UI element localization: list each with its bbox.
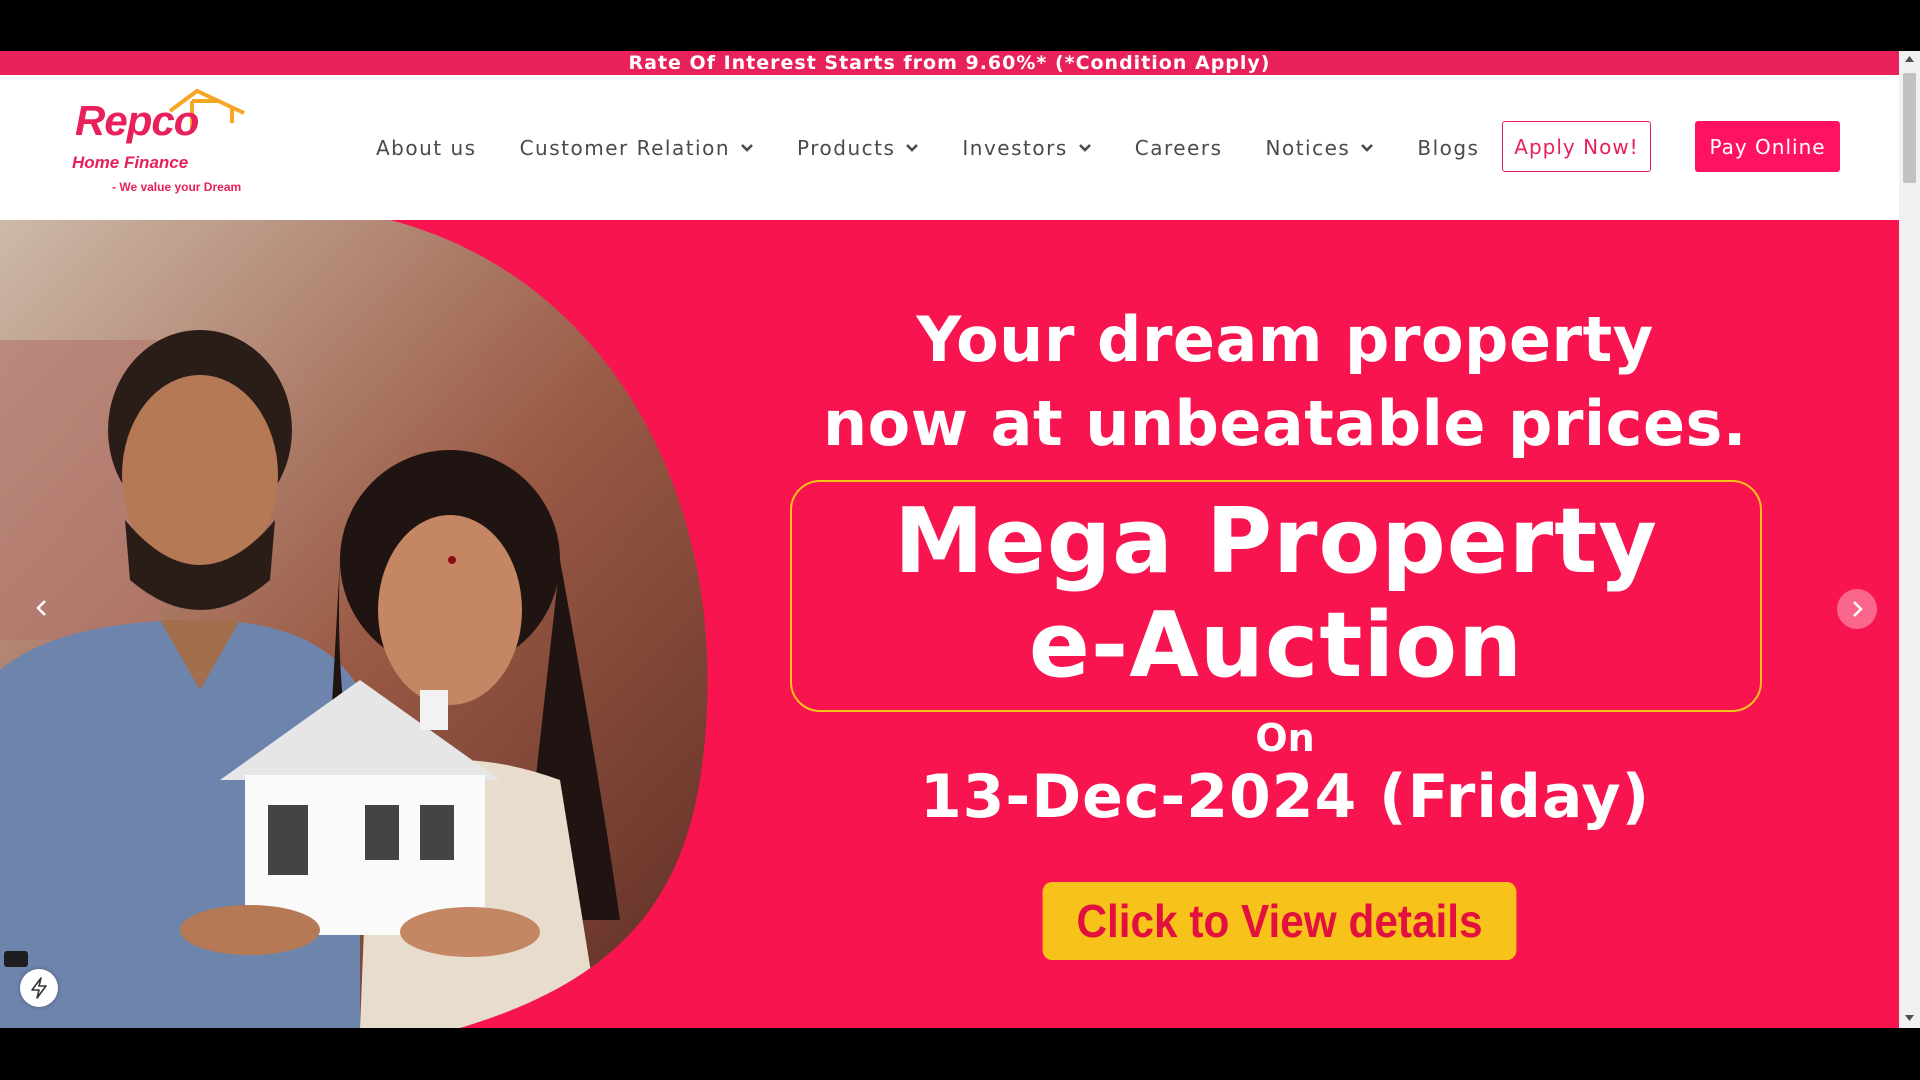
nav-label: Careers [1134,135,1223,160]
nav-label: Investors [962,135,1068,160]
chevron-left-icon [36,600,46,616]
quick-action-button[interactable] [20,969,58,1007]
nav-customer-relation[interactable]: Customer Relation [520,136,754,160]
auction-title: Mega Property e-Auction [792,490,1760,698]
nav-label: About us [376,135,477,160]
nav-notices[interactable]: Notices [1266,136,1375,160]
nav-investors[interactable]: Investors [962,136,1091,160]
scroll-down-icon[interactable] [1904,1014,1915,1022]
chevron-down-icon [1078,143,1091,152]
nav-label: Blogs [1417,135,1480,160]
nav-label: Notices [1265,135,1351,160]
site-header: Repco Home Finance - We value your Dream… [0,75,1899,220]
nav-label: Customer Relation [519,135,731,160]
repco-logo[interactable]: Repco Home Finance - We value your Dream [72,83,252,208]
nav-about-us[interactable]: About us [376,136,477,160]
page-scrollbar[interactable] [1899,51,1920,1028]
nav-careers[interactable]: Careers [1135,136,1223,160]
chevron-down-icon [1361,143,1374,152]
scroll-thumb[interactable] [1903,73,1916,183]
chevron-down-icon [906,143,919,152]
carousel-next-button[interactable] [1837,589,1877,629]
lightning-icon [31,977,47,999]
nav-label: Products [797,135,896,160]
hero-carousel: Your dream property now at unbeatable pr… [0,220,1899,1028]
nav-blogs[interactable]: Blogs [1417,136,1479,160]
headline-line-2: now at unbeatable prices. [823,387,1747,460]
nav-products[interactable]: Products [797,136,919,160]
on-label: On [1255,716,1315,760]
logo-brand-text: Repco [75,97,199,144]
headline-line-1: Your dream property [916,303,1654,376]
auction-date: 13-Dec-2024 (Friday) [919,762,1651,832]
apply-now-button[interactable]: Apply Now! [1502,121,1651,172]
browser-viewport: Rate Of Interest Starts from 9.60%* (*Co… [0,51,1920,1028]
main-nav: About us Customer Relation Products Inve… [376,75,1522,220]
scroll-up-icon[interactable] [1904,55,1915,63]
chevron-down-icon [741,143,753,152]
couple-with-house-image [0,220,708,1028]
interest-rate-banner: Rate Of Interest Starts from 9.60%* (*Co… [0,51,1899,75]
hero-headline: Your dream property now at unbeatable pr… [700,298,1870,466]
overlay-widget-tab[interactable] [4,951,28,967]
hero-text-block: Your dream property now at unbeatable pr… [700,220,1870,1028]
logo-tagline: - We value your Dream [112,180,242,194]
logo-sub-text: Home Finance [72,153,189,172]
pay-online-button[interactable]: Pay Online [1695,121,1840,172]
view-details-button[interactable]: Click to View details [1042,882,1517,960]
auction-title-line-2: e-Auction [1028,593,1524,698]
auction-title-line-1: Mega Property [894,489,1658,594]
auction-title-box: Mega Property e-Auction [790,480,1762,712]
carousel-prev-button[interactable] [22,588,62,628]
chevron-right-icon [1853,601,1863,617]
